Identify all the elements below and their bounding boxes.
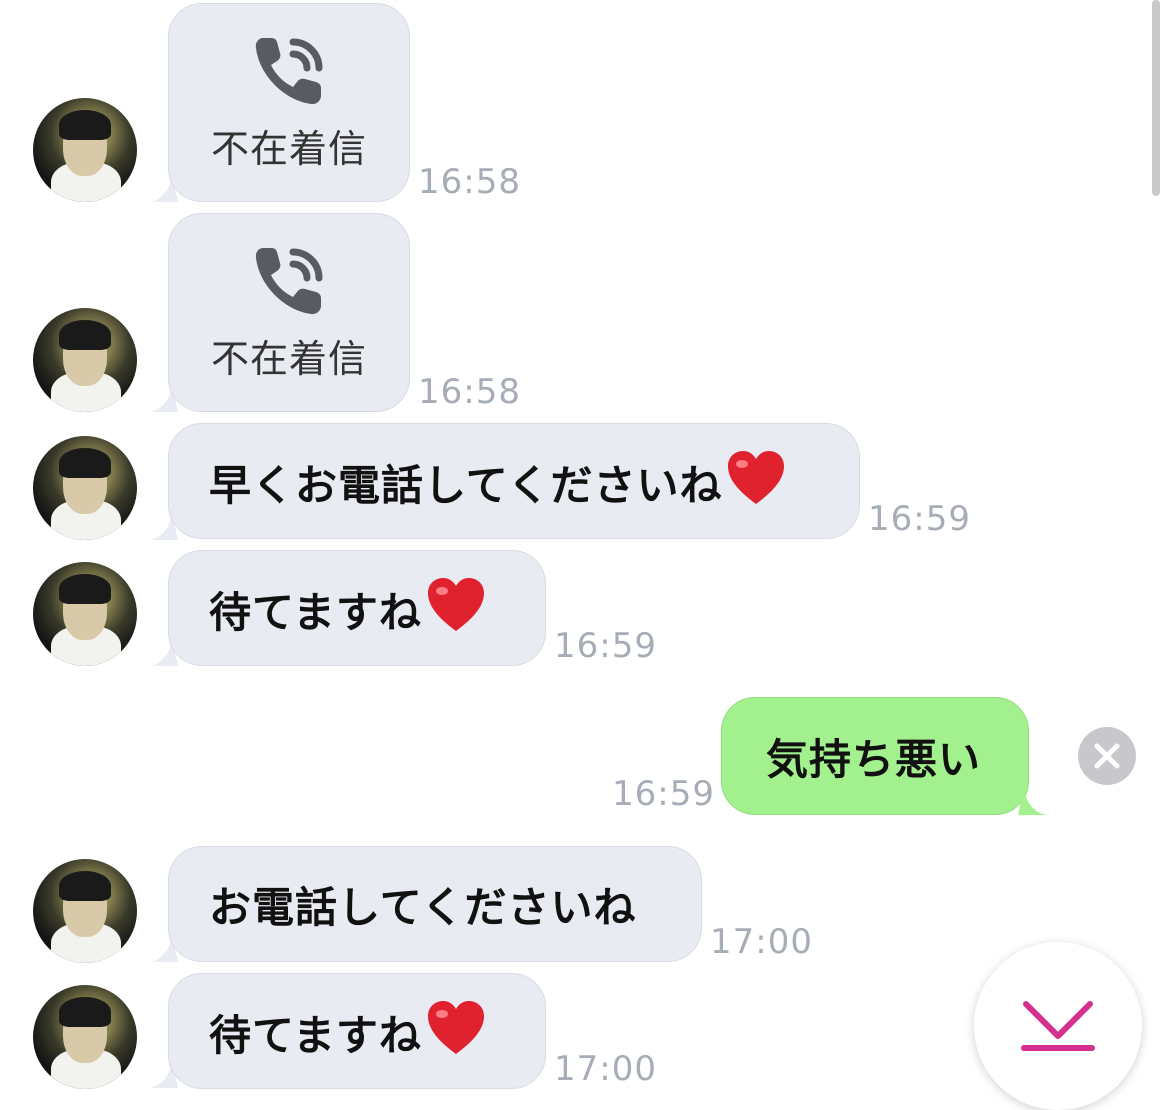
message-text-content: 待てますね: [209, 587, 422, 637]
message-bubble[interactable]: 待てますね: [168, 550, 546, 666]
message-text-content: 早くお電話してくださいね: [209, 460, 723, 510]
close-circle-icon: [1094, 743, 1120, 769]
message-bubble[interactable]: 待てますね: [168, 973, 546, 1089]
scroll-to-bottom-button[interactable]: [974, 942, 1142, 1110]
red-heart-icon: [427, 577, 484, 631]
red-heart-icon: [427, 1000, 484, 1054]
avatar-hair: [59, 574, 111, 604]
sender-avatar[interactable]: [33, 985, 137, 1089]
scroll-to-bottom-icon: [1021, 1001, 1095, 1051]
sent-message-bubble[interactable]: 気持ち悪い: [721, 697, 1029, 815]
message-time: 16:59: [868, 499, 971, 539]
missed-call-bubble[interactable]: 不在着信: [168, 3, 410, 202]
phone-missed-icon: [255, 248, 323, 315]
message-time: 16:59: [554, 626, 657, 666]
message-text: 早くお電話してくださいね: [169, 450, 786, 513]
message-time: 16:59: [612, 774, 715, 814]
bubble-tail: [1018, 789, 1046, 815]
avatar-hair: [59, 448, 111, 478]
scrollbar[interactable]: [1152, 0, 1160, 196]
sender-avatar[interactable]: [33, 436, 137, 540]
message-time: 17:00: [554, 1049, 657, 1089]
send-failed-button[interactable]: [1078, 727, 1136, 785]
avatar-hair: [59, 320, 111, 350]
sender-avatar[interactable]: [33, 98, 137, 202]
sender-avatar[interactable]: [33, 562, 137, 666]
missed-call-label: 不在着信: [210, 337, 367, 381]
avatar-hair: [59, 110, 111, 140]
message-time: 16:58: [418, 162, 521, 202]
sender-avatar[interactable]: [33, 308, 137, 412]
sender-avatar[interactable]: [33, 859, 137, 963]
message-text-content: 待てますね: [209, 1010, 422, 1060]
message-text: 待てますね: [169, 1000, 486, 1063]
avatar-hair: [59, 871, 111, 901]
message-bubble[interactable]: 早くお電話してくださいね: [168, 423, 860, 539]
message-time: 16:58: [418, 372, 521, 412]
message-time: 17:00: [710, 922, 813, 962]
missed-call-bubble[interactable]: 不在着信: [168, 213, 410, 412]
avatar-hair: [59, 997, 111, 1027]
message-text: 待てますね: [169, 577, 486, 640]
phone-missed-icon: [255, 38, 323, 105]
red-heart-icon: [728, 450, 785, 504]
message-text: 気持ち悪い: [766, 734, 982, 784]
missed-call-label: 不在着信: [210, 127, 367, 171]
message-bubble[interactable]: お電話してくださいね: [168, 846, 702, 962]
message-text: お電話してくださいね: [209, 882, 637, 932]
